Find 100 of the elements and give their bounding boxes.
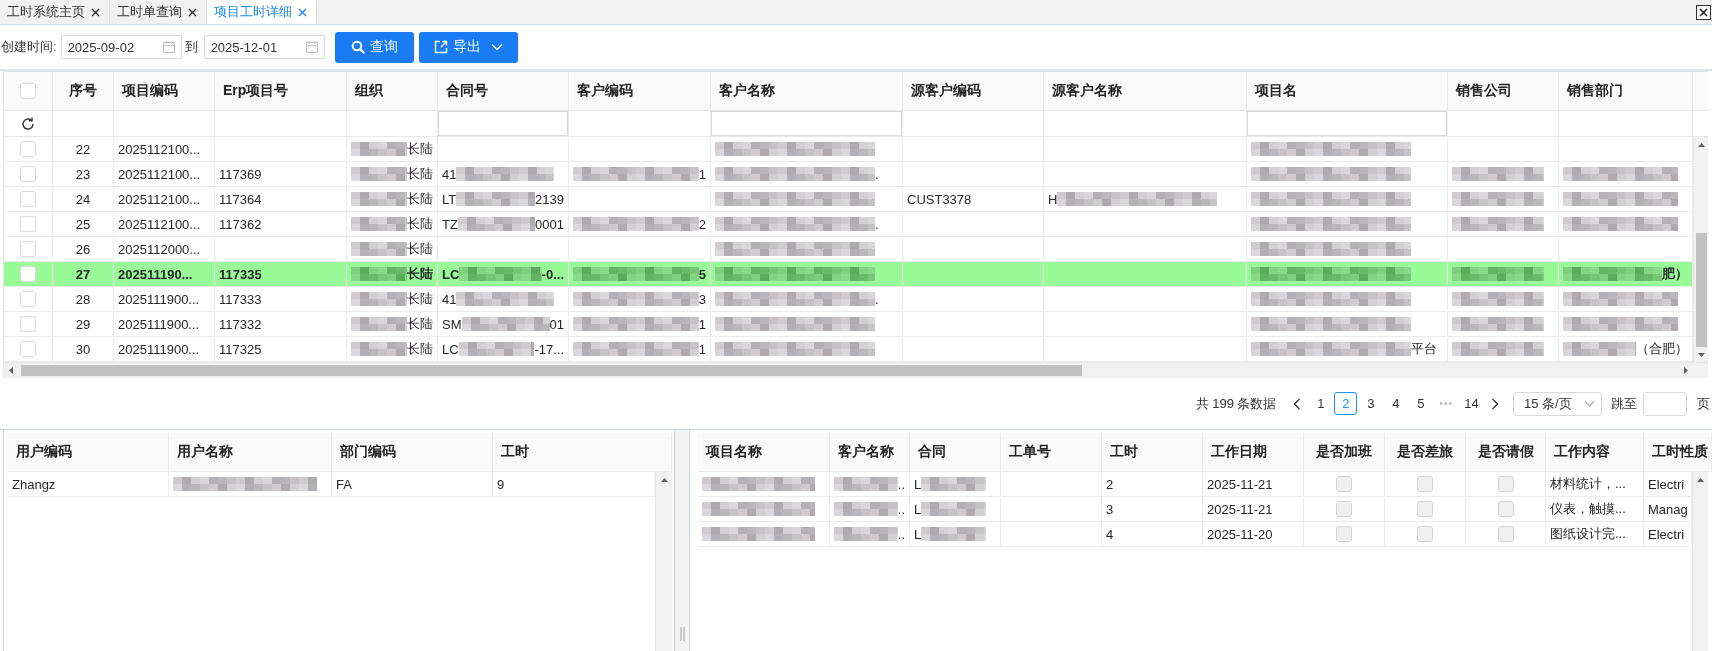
export-button[interactable]: 导出: [418, 31, 518, 63]
cell-text: 长陆: [407, 240, 433, 258]
column-header: 是否加班: [1304, 433, 1385, 471]
cell-text: 长陆: [407, 165, 433, 183]
cell-text: 长陆: [407, 315, 433, 333]
table-cell: 117335: [215, 262, 347, 286]
field-label: 创建时间:: [1, 38, 57, 56]
column-header: 工时性质: [1644, 433, 1712, 471]
total-count-text: 共 199 条数据: [1195, 394, 1277, 413]
splitter[interactable]: [675, 430, 689, 651]
range-separator-text: 到: [184, 38, 198, 56]
cell-text: .: [875, 166, 879, 182]
table-cell: 30: [53, 337, 114, 361]
table-row[interactable]: 23 2025112100... 117369 长陆 41 1 .: [4, 162, 1693, 187]
table-cell: CUST3378: [903, 187, 1044, 211]
column-header: 源客户名称: [1044, 72, 1247, 110]
table-row[interactable]: 28 2025111900... 117333 长陆 41 3 .: [4, 287, 1693, 312]
table-cell: 23: [53, 162, 114, 186]
tab[interactable]: 项目工时详细: [207, 0, 317, 24]
table-row[interactable]: 24 2025112100... 117364 长陆 LT 2139 CUST3378 H: [4, 187, 1693, 212]
checkbox[interactable]: [20, 216, 36, 232]
checkbox[interactable]: [20, 266, 36, 282]
cell-text: （合肥）: [1636, 340, 1688, 358]
table-row[interactable]: 29 2025111900... 117332 长陆 SM 01 1: [4, 312, 1693, 337]
table-cell: 2025112100...: [114, 162, 215, 186]
cell-text: 3: [698, 291, 706, 307]
date-field[interactable]: 2025-12-01: [203, 35, 325, 59]
column-header: 工时: [493, 433, 672, 471]
cell-text: .: [875, 291, 879, 307]
cell-text: L: [914, 476, 922, 492]
checkbox[interactable]: [20, 316, 36, 332]
table-row[interactable]: 25 2025112100... 117362 长陆 TZ 0001 2 .: [4, 212, 1693, 237]
table-cell: 117364: [215, 187, 347, 211]
column-header: 工单号: [1001, 433, 1102, 471]
column-header: 是否差旅: [1385, 433, 1466, 471]
checkbox[interactable]: [20, 141, 36, 157]
page-jump-field[interactable]: [1643, 391, 1687, 416]
close-icon[interactable]: [91, 7, 100, 17]
column-header: 合同: [910, 433, 1001, 471]
checkbox[interactable]: [20, 241, 36, 257]
select-all-checkbox[interactable]: [20, 83, 36, 99]
filter-field[interactable]: [1247, 111, 1447, 136]
cell-text: 长陆: [407, 140, 433, 158]
page-unit-label: 页: [1697, 394, 1710, 413]
column-header: 组织: [347, 72, 438, 110]
table-cell: 2025112000...: [114, 237, 215, 261]
table-cell: 26: [53, 237, 114, 261]
table-cell: 2025-11-21: [1203, 497, 1304, 521]
checkbox[interactable]: [20, 191, 36, 207]
vertical-scrollbar[interactable]: [1692, 472, 1708, 651]
cell-text: 肥）: [1662, 265, 1688, 283]
search-button[interactable]: 查询: [334, 31, 414, 63]
checkbox[interactable]: [20, 166, 36, 182]
column-header: 客户名称: [830, 433, 910, 471]
cell-text: -0...: [541, 266, 564, 282]
chevron-left-icon[interactable]: [1293, 397, 1302, 410]
page-size-select[interactable]: 15 条/页: [1513, 391, 1602, 416]
refresh-icon[interactable]: [21, 116, 35, 131]
column-header: 工作日期: [1203, 433, 1304, 471]
table-row[interactable]: 27 202511190... 117335 长陆 LC -0... 5 肥）: [4, 262, 1693, 287]
checkbox[interactable]: [20, 341, 36, 357]
column-header: 序号: [53, 72, 114, 110]
scrollbar-thumb[interactable]: [1695, 233, 1707, 347]
cell-text: 2139: [535, 191, 564, 207]
column-header: 用户编码: [8, 433, 169, 471]
table-cell: 4: [1102, 522, 1203, 546]
horizontal-scrollbar[interactable]: [4, 362, 1708, 378]
table-row[interactable]: 22 2025112100... 长陆: [4, 137, 1693, 162]
cell-text: 0001: [535, 216, 564, 232]
close-icon[interactable]: [188, 7, 197, 17]
chevron-right-icon[interactable]: [1491, 397, 1499, 410]
table-cell: 29: [53, 312, 114, 336]
column-header: 销售部门: [1559, 72, 1693, 110]
column-header: 部门编码: [332, 433, 493, 471]
table-cell: 2025-11-20: [1203, 522, 1304, 546]
cell-text: SM: [442, 316, 462, 332]
checkbox[interactable]: [20, 291, 36, 307]
table-cell: 图纸设计完...: [1546, 522, 1644, 546]
cell-text: 长陆: [407, 265, 433, 283]
jump-label: 跳至: [1611, 394, 1637, 413]
cell-text: LC: [442, 341, 459, 357]
column-header: 合同号: [438, 72, 569, 110]
filter-field[interactable]: [438, 111, 568, 136]
caret-icon: [490, 43, 503, 51]
scrollbar-thumb[interactable]: [21, 365, 1082, 376]
vertical-scrollbar[interactable]: [1693, 137, 1708, 362]
table-cell: 3: [1102, 497, 1203, 521]
table-row[interactable]: 30 2025111900... 117325 长陆 LC -17... 1 平台 （合肥）: [4, 337, 1693, 362]
table-row[interactable]: 26 2025112000... 长陆: [4, 237, 1693, 262]
date-field[interactable]: 2025-09-02: [60, 35, 182, 59]
close-icon[interactable]: [1696, 4, 1711, 20]
column-header: 项目编码: [114, 72, 215, 110]
cell-text: ..: [897, 501, 905, 517]
filter-field[interactable]: [711, 111, 902, 136]
column-header: 源客户编码: [903, 72, 1044, 110]
vertical-scrollbar[interactable]: [655, 472, 672, 651]
drag-handle-icon[interactable]: [679, 627, 685, 641]
table-cell: 22: [53, 137, 114, 161]
table-cell: 28: [53, 287, 114, 311]
search-icon: [350, 40, 365, 54]
